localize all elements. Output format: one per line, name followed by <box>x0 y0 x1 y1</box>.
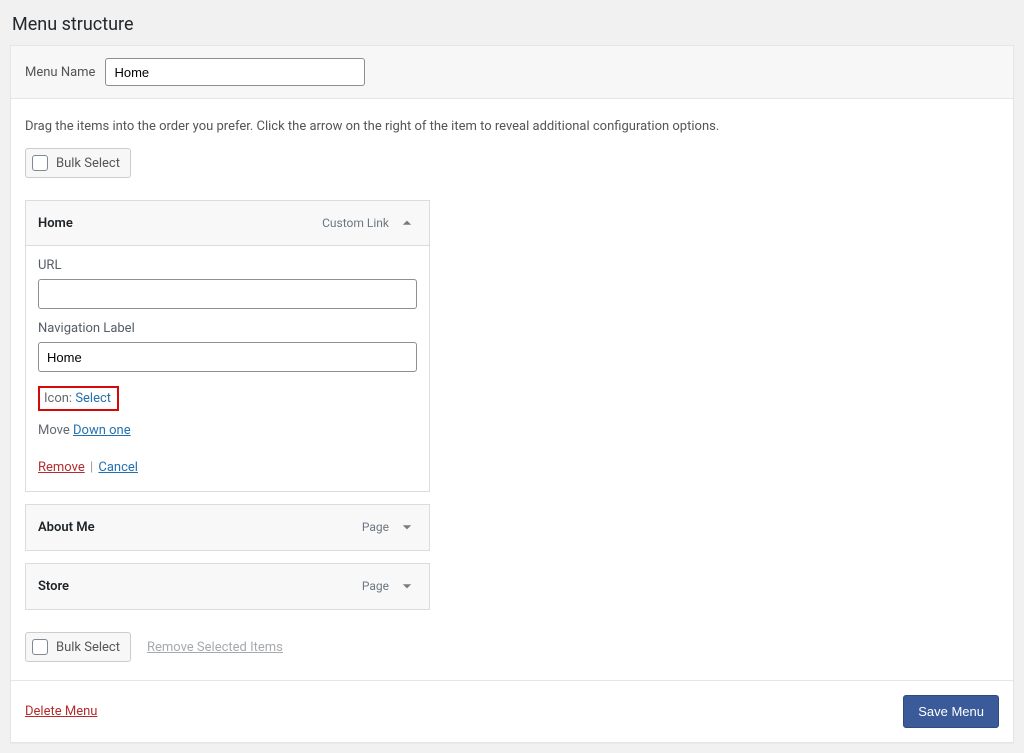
remove-selected-items-link[interactable]: Remove Selected Items <box>147 640 283 655</box>
menu-item-title: Home <box>38 216 73 231</box>
menu-item-bar[interactable]: Store Page <box>26 564 429 609</box>
menu-item-home: Home Custom Link URL Navigation Label Ic <box>25 200 430 492</box>
panel-footer: Delete Menu Save Menu <box>11 680 1013 742</box>
chevron-down-icon[interactable] <box>397 517 417 537</box>
menu-name-input[interactable] <box>105 58 365 86</box>
move-prefix: Move <box>38 423 73 438</box>
menu-item-bar[interactable]: About Me Page <box>26 505 429 550</box>
menu-item-meta: Page <box>362 576 417 596</box>
save-menu-button[interactable]: Save Menu <box>903 695 999 728</box>
menu-item-about-me: About Me Page <box>25 504 430 551</box>
menu-items-list: Home Custom Link URL Navigation Label Ic <box>25 200 430 610</box>
chevron-down-icon[interactable] <box>397 576 417 596</box>
menu-item-title: About Me <box>38 520 95 535</box>
delete-menu-link[interactable]: Delete Menu <box>25 704 97 719</box>
menu-item-bar[interactable]: Home Custom Link <box>26 201 429 246</box>
menu-item-type: Page <box>362 579 389 593</box>
bottom-controls: Bulk Select Remove Selected Items <box>25 632 999 680</box>
menu-item-store: Store Page <box>25 563 430 610</box>
menu-name-label: Menu Name <box>25 65 95 80</box>
nav-label-input[interactable] <box>38 342 417 372</box>
checkbox-icon <box>32 639 48 655</box>
item-action-row: Remove | Cancel <box>38 460 417 475</box>
chevron-up-icon[interactable] <box>397 213 417 233</box>
section-title: Menu structure <box>12 14 1014 35</box>
remove-link[interactable]: Remove <box>38 460 85 475</box>
url-label: URL <box>38 258 417 273</box>
url-input[interactable] <box>38 279 417 309</box>
cancel-link[interactable]: Cancel <box>98 460 138 475</box>
menu-item-meta: Custom Link <box>322 213 417 233</box>
separator: | <box>90 460 93 475</box>
move-row: Move Down one <box>38 423 417 438</box>
menu-structure-panel: Menu Name Drag the items into the order … <box>10 45 1014 743</box>
menu-item-meta: Page <box>362 517 417 537</box>
menu-item-title: Store <box>38 579 69 594</box>
bulk-select-button-top[interactable]: Bulk Select <box>25 148 131 178</box>
bulk-select-button-bottom[interactable]: Bulk Select <box>25 632 131 662</box>
move-down-link[interactable]: Down one <box>73 423 131 438</box>
checkbox-icon <box>32 155 48 171</box>
panel-body: Drag the items into the order you prefer… <box>11 99 1013 680</box>
help-text: Drag the items into the order you prefer… <box>25 119 999 134</box>
icon-prefix: Icon: <box>44 391 75 406</box>
icon-select-highlight: Icon: Select <box>38 386 119 411</box>
menu-item-type: Page <box>362 520 389 534</box>
bulk-select-label: Bulk Select <box>56 640 120 655</box>
menu-item-settings: URL Navigation Label Icon: Select Move D… <box>26 246 429 491</box>
bulk-select-label: Bulk Select <box>56 156 120 171</box>
nav-label-label: Navigation Label <box>38 321 417 336</box>
menu-item-type: Custom Link <box>322 216 389 230</box>
icon-select-link[interactable]: Select <box>75 391 111 406</box>
panel-header: Menu Name <box>11 46 1013 99</box>
